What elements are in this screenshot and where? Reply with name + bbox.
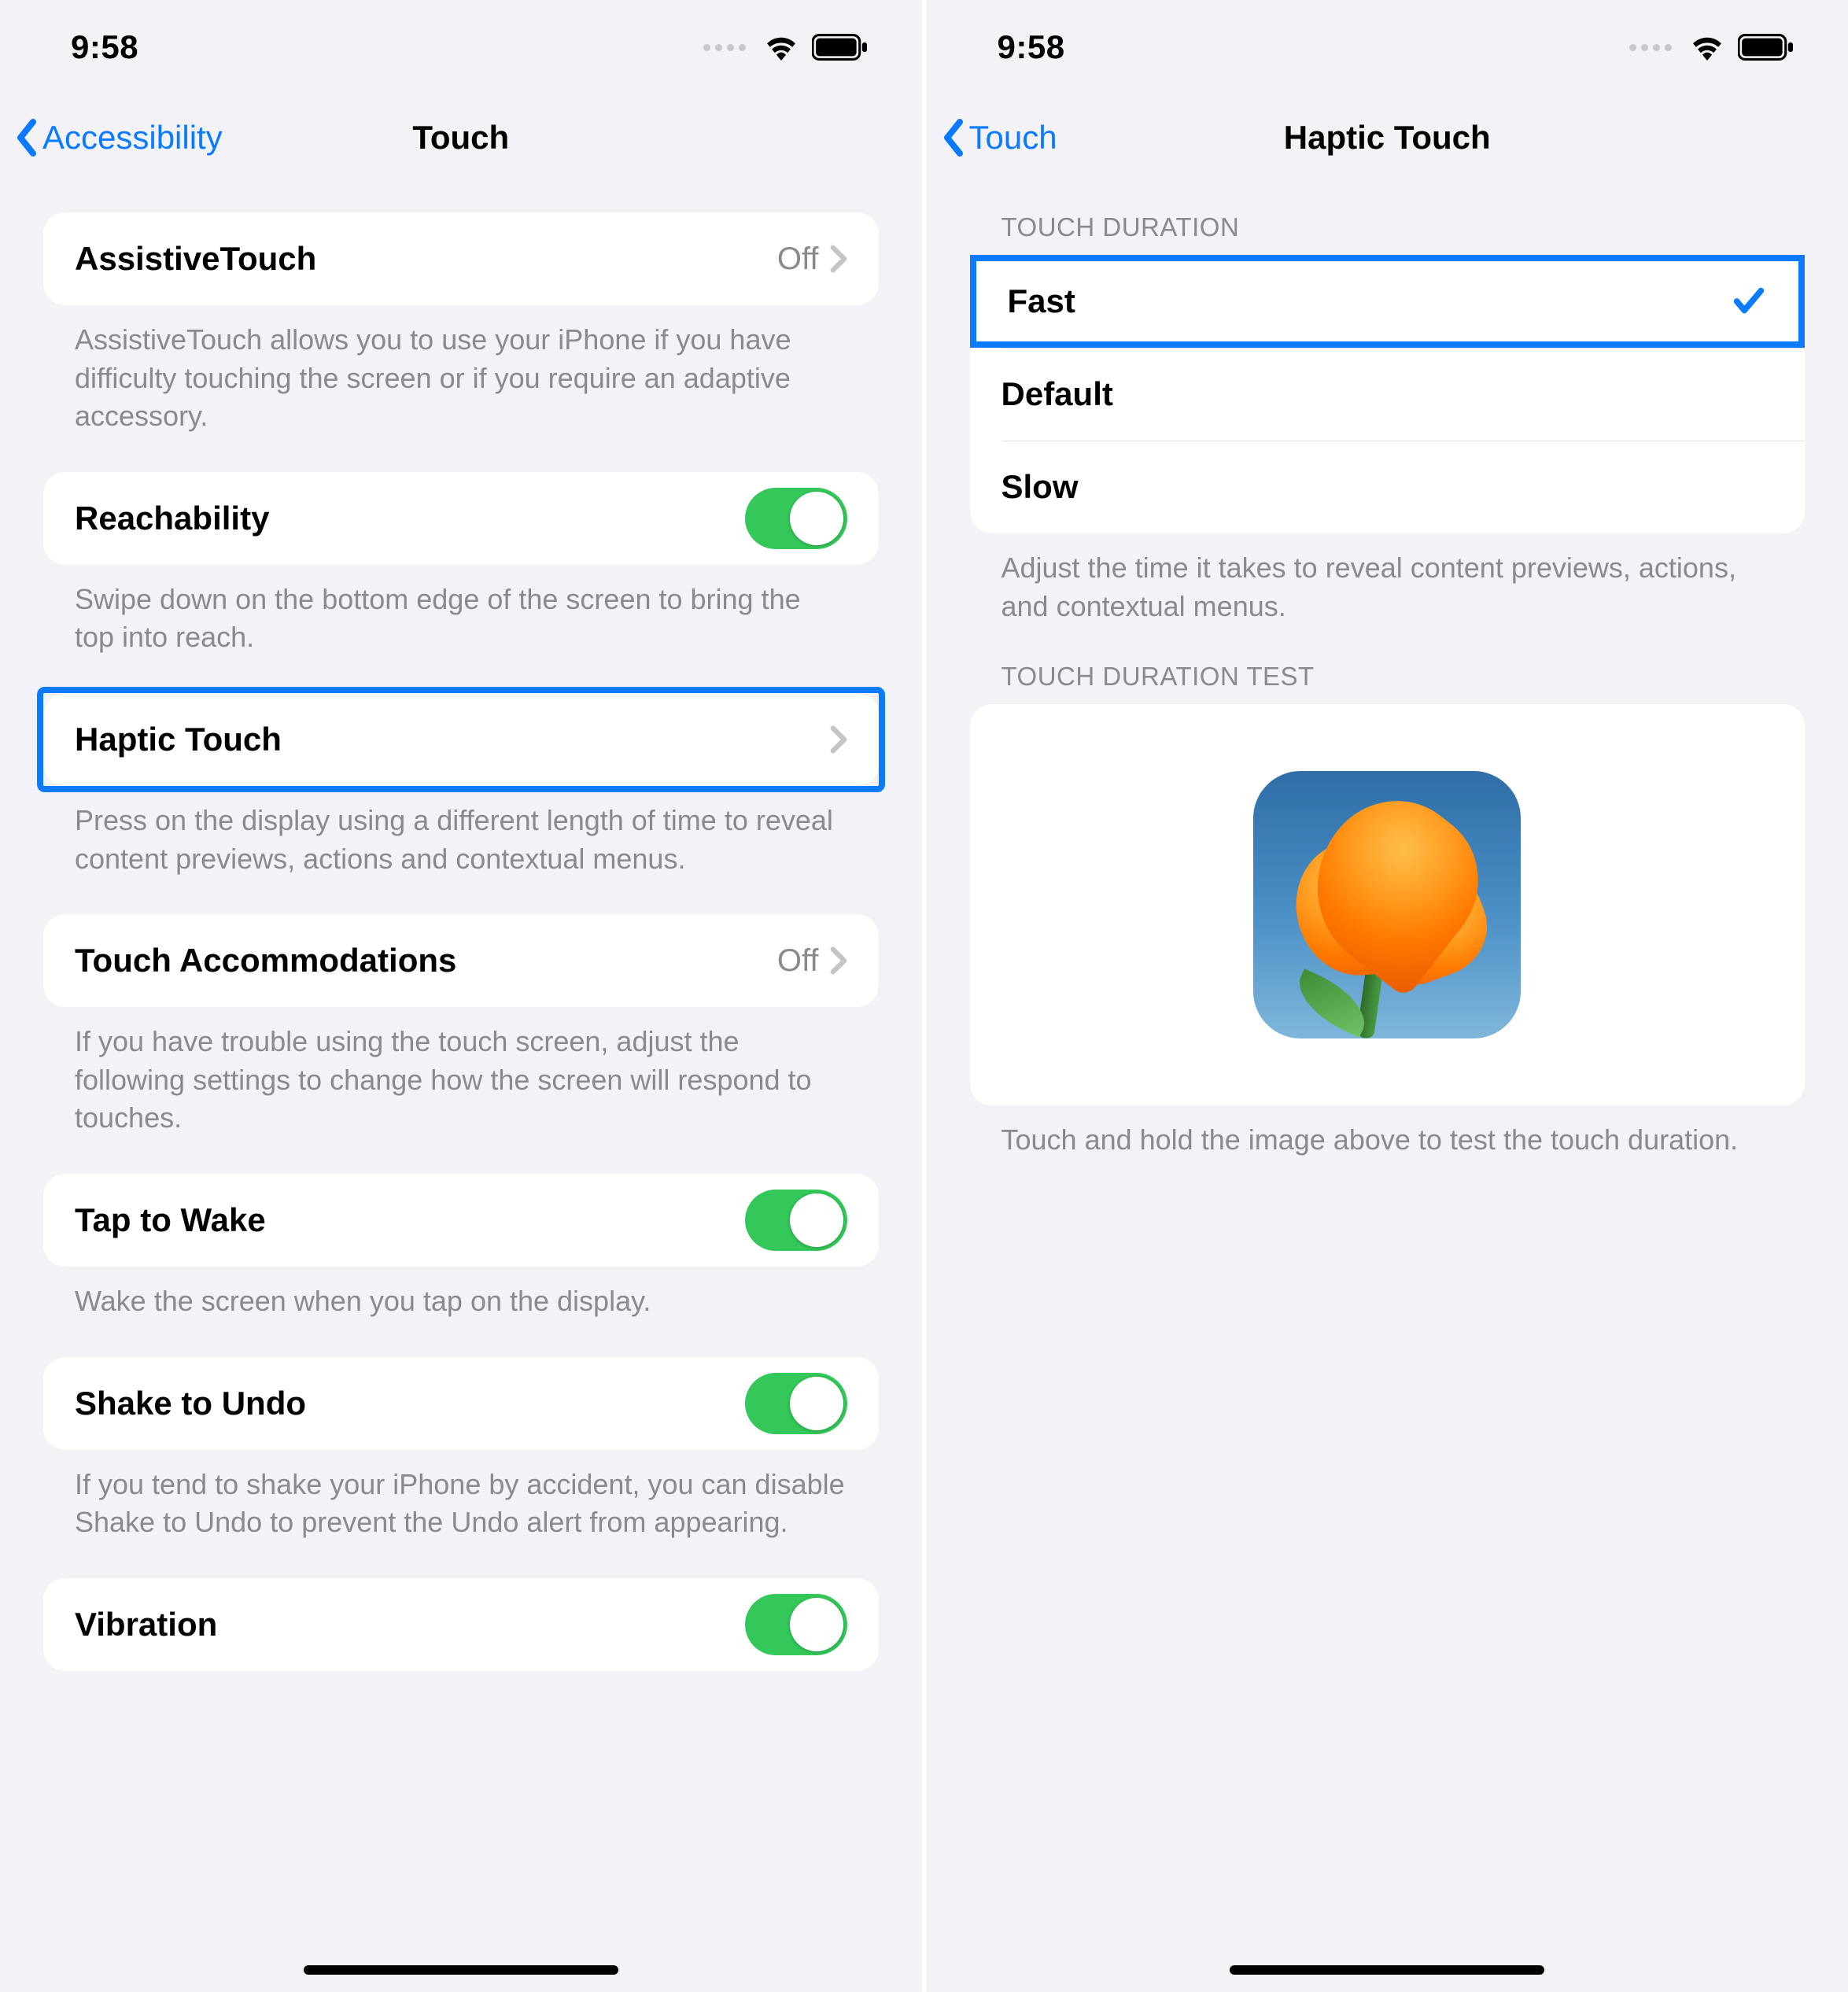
back-label: Accessibility (42, 119, 223, 157)
group-touch-duration: TOUCH DURATION Fast Default Slow Adjust … (970, 212, 1806, 625)
nav-bar: Touch Haptic Touch (927, 94, 1848, 181)
row-reachability[interactable]: Reachability (43, 472, 879, 565)
back-button-touch[interactable]: Touch (941, 119, 1057, 157)
row-duration-fast[interactable]: Fast (970, 255, 1806, 348)
row-value: Off (777, 242, 819, 277)
row-title: Fast (1008, 282, 1732, 320)
checkmark-icon (1731, 283, 1767, 319)
row-tap-to-wake[interactable]: Tap to Wake (43, 1174, 879, 1267)
status-bar: 9:58 (0, 0, 922, 94)
row-value: Off (777, 943, 819, 979)
group-footer: Touch and hold the image above to test t… (970, 1105, 1806, 1160)
group-assistivetouch: AssistiveTouch Off AssistiveTouch allows… (43, 212, 879, 436)
group-haptic-touch: Haptic Touch Press on the display using … (43, 687, 879, 878)
row-title: AssistiveTouch (75, 240, 777, 278)
settings-content: TOUCH DURATION Fast Default Slow Adjust … (927, 181, 1848, 1160)
back-label: Touch (969, 119, 1057, 157)
home-indicator (304, 1965, 618, 1975)
row-duration-slow[interactable]: Slow (970, 441, 1806, 533)
home-indicator (1230, 1965, 1544, 1975)
page-title: Haptic Touch (927, 119, 1848, 157)
group-touch-accommodations: Touch Accommodations Off If you have tro… (43, 914, 879, 1138)
group-header: TOUCH DURATION TEST (970, 662, 1806, 704)
status-time: 9:58 (71, 28, 138, 66)
toggle-vibration[interactable] (745, 1594, 847, 1655)
chevron-left-icon (941, 119, 966, 157)
row-vibration[interactable]: Vibration (43, 1578, 879, 1671)
chevron-right-icon (830, 725, 847, 754)
row-title: Default (1001, 375, 1774, 413)
status-icons (703, 34, 867, 61)
status-bar: 9:58 (927, 0, 1848, 94)
phone-left: 9:58 Accessibility Touch AssistiveTouch … (0, 0, 922, 1992)
test-image-flower[interactable] (1253, 771, 1521, 1038)
toggle-tap-to-wake[interactable] (745, 1190, 847, 1251)
battery-icon (812, 34, 867, 61)
group-touch-duration-test: TOUCH DURATION TEST Touch and hold the i… (970, 662, 1806, 1160)
group-vibration: Vibration (43, 1578, 879, 1671)
chevron-right-icon (830, 245, 847, 273)
row-title: Shake to Undo (75, 1385, 745, 1422)
cellular-dots-icon (1629, 44, 1672, 51)
row-title: Slow (1001, 468, 1774, 506)
wifi-icon (763, 34, 799, 61)
status-icons (1629, 34, 1793, 61)
group-reachability: Reachability Swipe down on the bottom ed… (43, 472, 879, 657)
battery-icon (1738, 34, 1793, 61)
row-title: Tap to Wake (75, 1201, 745, 1239)
group-footer: AssistiveTouch allows you to use your iP… (43, 305, 879, 436)
row-title: Vibration (75, 1606, 745, 1643)
row-touch-accommodations[interactable]: Touch Accommodations Off (43, 914, 879, 1007)
group-footer: Press on the display using a different l… (43, 786, 879, 878)
row-title: Haptic Touch (75, 721, 830, 758)
group-footer: Adjust the time it takes to reveal conte… (970, 533, 1806, 625)
status-time: 9:58 (998, 28, 1065, 66)
group-header: TOUCH DURATION (970, 212, 1806, 255)
row-assistivetouch[interactable]: AssistiveTouch Off (43, 212, 879, 305)
test-card (970, 704, 1806, 1105)
group-footer: Wake the screen when you tap on the disp… (43, 1267, 879, 1321)
row-title: Touch Accommodations (75, 942, 777, 979)
row-shake-to-undo[interactable]: Shake to Undo (43, 1357, 879, 1450)
group-shake-to-undo: Shake to Undo If you tend to shake your … (43, 1357, 879, 1542)
group-footer: If you have trouble using the touch scre… (43, 1007, 879, 1138)
group-footer: If you tend to shake your iPhone by acci… (43, 1450, 879, 1542)
settings-content: AssistiveTouch Off AssistiveTouch allows… (0, 181, 922, 1671)
toggle-reachability[interactable] (745, 488, 847, 549)
back-button-accessibility[interactable]: Accessibility (14, 119, 223, 157)
wifi-icon (1689, 34, 1725, 61)
chevron-left-icon (14, 119, 39, 157)
group-footer: Swipe down on the bottom edge of the scr… (43, 565, 879, 657)
toggle-shake-to-undo[interactable] (745, 1373, 847, 1434)
phone-right: 9:58 Touch Haptic Touch TOUCH DURATION F… (927, 0, 1848, 1992)
row-haptic-touch[interactable]: Haptic Touch (43, 693, 879, 786)
chevron-right-icon (830, 946, 847, 975)
row-duration-default[interactable]: Default (970, 348, 1806, 441)
row-title: Reachability (75, 500, 745, 537)
group-tap-to-wake: Tap to Wake Wake the screen when you tap… (43, 1174, 879, 1321)
nav-bar: Accessibility Touch (0, 94, 922, 181)
cellular-dots-icon (703, 44, 746, 51)
